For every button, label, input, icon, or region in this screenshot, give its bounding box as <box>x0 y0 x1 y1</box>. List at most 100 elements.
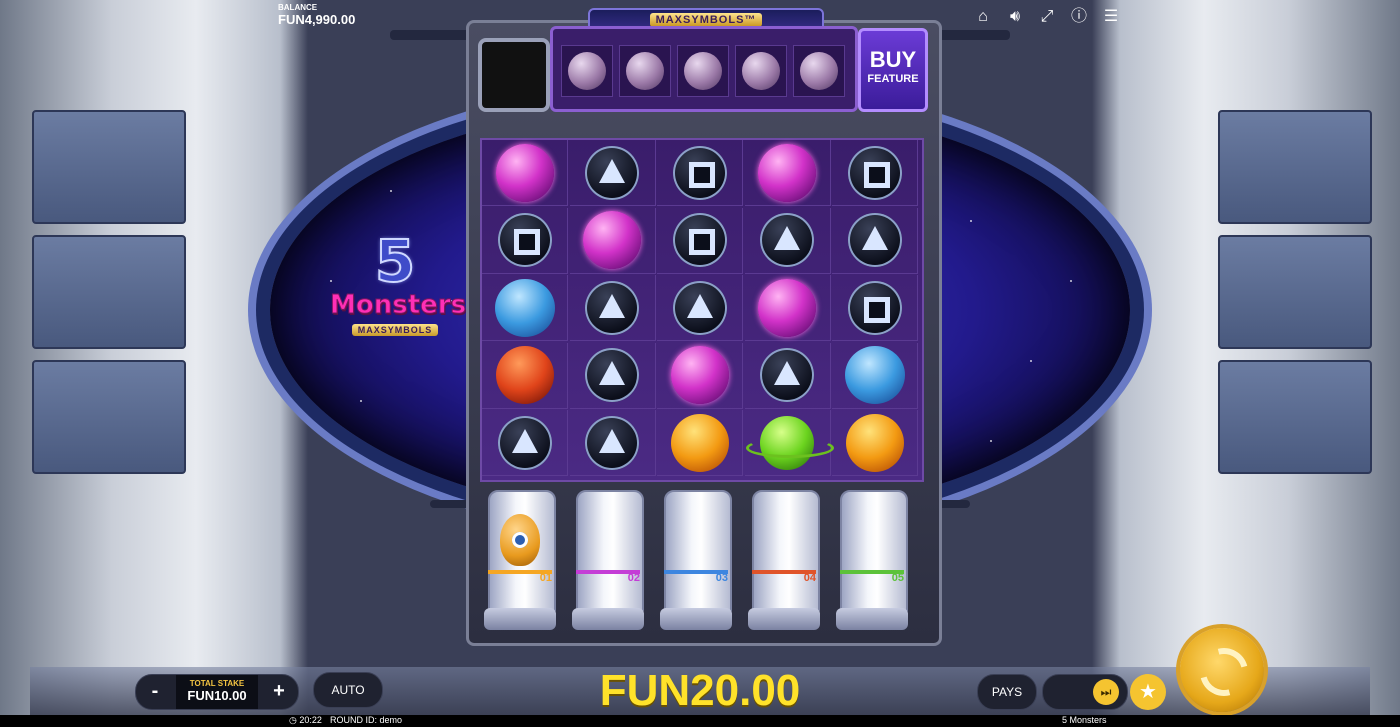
monster-tube: 02 <box>572 486 644 636</box>
clock: ◷ 20:22 <box>289 715 322 725</box>
menu-icon[interactable]: ☰ <box>1100 6 1122 28</box>
home-icon[interactable]: ⌂ <box>972 6 994 28</box>
tube-body <box>840 490 908 614</box>
triangle-orb-icon <box>672 280 727 335</box>
wall-panel <box>32 235 186 349</box>
triangle-orb-icon <box>760 348 815 403</box>
reel-cell <box>657 342 744 409</box>
pipe <box>430 500 470 508</box>
stake-display: TOTAL STAKE FUN10.00 <box>176 675 258 709</box>
reel-cell <box>657 275 744 342</box>
tube-base <box>484 608 556 630</box>
square-orb-icon <box>847 145 902 200</box>
preview-slot <box>793 45 845 97</box>
reel-cell <box>482 275 568 342</box>
pipe <box>930 30 1010 40</box>
monster-screen <box>478 38 550 112</box>
preview-slot <box>619 45 671 97</box>
reel-cell <box>482 140 568 206</box>
reel-cell <box>569 410 656 477</box>
balance-display: BALANCE FUN4,990.00 <box>278 3 355 27</box>
stake-control: - TOTAL STAKE FUN10.00 + <box>135 674 299 710</box>
paytable-button[interactable]: PAYS <box>977 674 1037 710</box>
triangle-orb-icon <box>760 213 815 268</box>
buy-feature-button[interactable]: BUY FEATURE <box>858 28 928 112</box>
pink-orb-icon <box>758 143 817 202</box>
triangle-orb-icon <box>585 348 640 403</box>
autoplay-button[interactable]: AUTO <box>313 672 383 708</box>
spin-button[interactable] <box>1180 628 1264 712</box>
feature-label: FEATURE <box>867 73 919 85</box>
speed-toggle[interactable]: ⏭ <box>1042 674 1128 710</box>
monster-tube: 01 <box>484 486 556 636</box>
monster-icon <box>500 514 540 566</box>
tube-number: 03 <box>715 572 728 584</box>
tube-number: 01 <box>539 572 552 584</box>
reel-cell <box>832 140 919 206</box>
logo-subtitle: MAXSYMBOLS <box>351 324 439 336</box>
round-id: ROUND ID: demo <box>330 715 403 725</box>
square-orb-icon <box>497 213 552 268</box>
logo-number: 5 <box>374 227 416 295</box>
triangle-orb-icon <box>585 280 640 335</box>
info-icon[interactable]: ⓘ <box>1068 6 1090 28</box>
reel-cell <box>657 207 744 274</box>
square-orb-icon <box>847 280 902 335</box>
orb-icon <box>742 52 780 90</box>
tube-body <box>752 490 820 614</box>
tube-number: 05 <box>891 572 904 584</box>
square-orb-icon <box>672 145 727 200</box>
game-stage: 5 Monsters MAXSYMBOLS MAXSYMBOLS™ BUY FE… <box>0 0 1400 727</box>
reel-cell <box>832 207 919 274</box>
preview-slot <box>677 45 729 97</box>
stake-value: FUN10.00 <box>187 688 247 703</box>
reel-cell <box>482 207 568 274</box>
reel-cell <box>832 275 919 342</box>
reel-cell <box>744 140 831 206</box>
volume-icon[interactable]: 🔊︎ <box>1004 6 1026 28</box>
decrease-stake-button[interactable]: - <box>138 675 172 709</box>
tube-base <box>836 608 908 630</box>
reel-grid <box>480 138 924 482</box>
square-orb-icon <box>672 213 727 268</box>
increase-stake-button[interactable]: + <box>262 675 296 709</box>
preview-slot <box>735 45 787 97</box>
tube-base <box>660 608 732 630</box>
fullscreen-icon[interactable]: ⤢ <box>1036 6 1058 28</box>
orange-egg-icon <box>845 413 904 472</box>
orange-egg-icon <box>670 413 729 472</box>
game-logo: 5 Monsters MAXSYMBOLS <box>330 227 467 352</box>
pink-orb-icon <box>758 278 817 337</box>
orb-icon <box>626 52 664 90</box>
reel-cell <box>744 275 831 342</box>
reel-cell <box>657 140 744 206</box>
wall-panel <box>1218 110 1372 224</box>
monster-tubes: 01 02 03 04 05 <box>474 486 930 636</box>
tube-number: 04 <box>803 572 816 584</box>
monster-tube: 03 <box>660 486 732 636</box>
tube-body <box>664 490 732 614</box>
reel-cell <box>744 342 831 409</box>
pink-orb-icon <box>583 211 642 270</box>
star-icon[interactable]: ★ <box>1130 674 1166 710</box>
pipe <box>390 30 470 40</box>
triangle-orb-icon <box>847 213 902 268</box>
wall-panel <box>1218 360 1372 474</box>
reel-cell <box>832 410 919 477</box>
triangle-orb-icon <box>585 415 640 470</box>
logo-title: Monsters <box>330 290 467 321</box>
reel-cell <box>657 410 744 477</box>
tube-base <box>572 608 644 630</box>
green-planet-icon <box>746 415 835 470</box>
reel-cell <box>569 207 656 274</box>
preview-slot <box>561 45 613 97</box>
reel-cell <box>482 410 568 477</box>
win-amount: FUN20.00 <box>599 666 801 715</box>
wall-panel <box>32 360 186 474</box>
monster-tube: 04 <box>748 486 820 636</box>
banner-text: MAXSYMBOLS™ <box>649 13 763 27</box>
fast-forward-icon[interactable]: ⏭ <box>1093 679 1119 705</box>
buy-label: BUY <box>869 47 917 72</box>
stake-label: TOTAL STAKE <box>189 679 245 688</box>
orb-icon <box>684 52 722 90</box>
